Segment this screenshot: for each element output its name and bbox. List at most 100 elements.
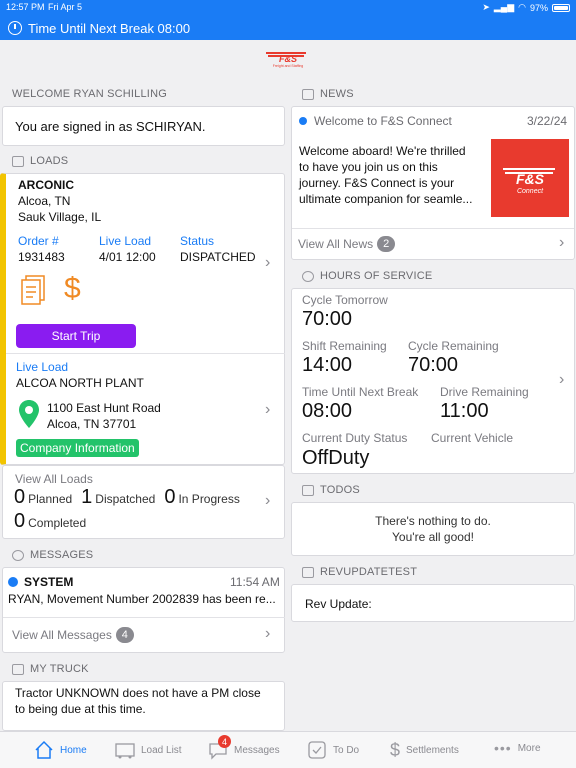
tab-load-list-label: Load List [141,744,182,756]
signed-in-text: You are signed in as SCHIRYAN. [15,119,206,134]
next-break-banner[interactable]: Time Until Next Break 08:00 [0,16,576,40]
revupdate-section-icon [302,566,314,578]
tab-more-label: More [517,742,541,754]
signal-icon: ▂▄▆ [493,2,515,12]
fs-logo-icon: F&S Freight and Staffing [266,52,306,68]
message-sender: SYSTEM [24,575,74,589]
load-customer: ARCONIC [18,178,74,192]
truck-text-line2: to being due at this time. [15,702,146,716]
completed-count: 0 [14,510,26,532]
status-bar: 12:57 PM Fri Apr 5 ➤ ▂▄▆ ◠ 97% [0,0,576,16]
news-chevron-icon[interactable]: › [559,234,564,252]
cycle-remaining-label: Cycle Remaining [408,339,499,353]
news-section-icon [302,88,314,100]
hos-chevron-icon[interactable]: › [559,371,564,389]
status-date: Fri Apr 5 [48,2,83,12]
loads-summary-chevron-icon[interactable]: › [265,492,270,510]
tab-more[interactable]: ••• More [494,740,541,756]
thumb-text: F&S [516,171,545,187]
tab-home-label: Home [60,744,87,756]
shift-remaining-label: Shift Remaining [302,339,387,353]
view-all-messages-link[interactable]: View All Messages 4 [12,627,134,643]
order-value: 1931483 [18,250,65,264]
tab-settlements-label: Settlements [406,745,459,756]
clock-section-icon [302,270,314,282]
checkbox-icon [308,741,326,759]
todo-section-icon [302,484,314,496]
messages-header-text: MESSAGES [30,549,94,561]
messages-count-badge: 4 [115,627,134,643]
documents-icon[interactable] [20,274,48,306]
messages-section-icon [12,549,24,561]
wifi-icon: ◠ [518,2,526,12]
tab-messages-label: Messages [234,744,280,756]
messages-divider [3,617,285,618]
stop-address-line2: Alcoa, TN 37701 [47,417,137,431]
in-progress-label: In Progress [178,492,240,506]
messages-chevron-icon[interactable]: › [265,625,270,643]
load-destination: Sauk Village, IL [18,210,102,224]
dispatched-count: 1 [81,486,93,508]
my-truck-header: MY TRUCK [12,663,89,675]
live-load-value: 4/01 12:00 [99,250,156,264]
tab-messages[interactable]: 4 Messages [208,735,280,760]
welcome-card: You are signed in as SCHIRYAN. [2,106,285,146]
truck-icon [115,743,135,759]
location-icon: ➤ [482,2,490,12]
news-date: 3/22/24 [527,114,568,128]
message-preview[interactable]: RYAN, Movement Number 2002839 has been r… [8,592,276,606]
revupdate-text: Rev Update: [305,597,372,611]
stop-chevron-icon[interactable]: › [265,401,270,419]
todos-empty-line1: There's nothing to do. [375,514,491,528]
more-icon: ••• [494,740,512,756]
dispatched-label: Dispatched [95,492,156,506]
load-chevron-icon[interactable]: › [265,254,270,272]
view-all-news-link[interactable]: View All News 2 [298,236,396,252]
tab-load-list[interactable]: Load List [115,740,182,760]
tab-settlements[interactable]: $ Settlements [390,740,459,761]
news-thumbnail[interactable]: F&S Connect [491,139,569,217]
tab-todo[interactable]: To Do [307,740,359,760]
news-body-line2: to have you join us on this [299,160,438,174]
planned-count: 0 [14,486,26,508]
todos-header: TODOS [302,484,360,496]
banner-text: Time Until Next Break 08:00 [28,20,191,36]
unread-dot [8,577,18,587]
stopwatch-icon [8,21,22,35]
messages-header: MESSAGES [12,549,93,561]
messages-tab-badge: 4 [218,735,231,748]
dollar-tab-icon: $ [390,740,401,760]
news-title[interactable]: Welcome to F&S Connect [314,114,452,128]
status-label: Status [180,234,215,248]
messages-icon-wrap: 4 [208,735,231,760]
duty-status-label: Current Duty Status [302,431,408,445]
company-information-button[interactable]: Company Information [16,439,139,457]
start-trip-button[interactable]: Start Trip [16,324,136,348]
welcome-header-text: WELCOME RYAN SCHILLING [12,88,167,100]
duty-status-value: OffDuty [302,447,370,469]
loads-section-icon [12,155,24,167]
news-body-line4: ultimate companion for seamle... [299,192,473,206]
hos-header-text: HOURS OF SERVICE [320,270,433,282]
view-all-loads-link[interactable]: View All Loads [15,472,93,486]
revupdate-header-text: REVUPDATETEST [320,566,418,578]
drive-remaining-label: Drive Remaining [440,385,529,399]
loads-header: LOADS [12,155,68,167]
cycle-tomorrow-value: 70:00 [302,308,353,330]
logo-text: F&S [279,54,297,64]
tab-home[interactable]: Home [34,740,87,760]
battery-icon [552,3,570,12]
status-time: 12:57 PM [6,2,45,12]
tab-bar: Home Load List 4 Messages To Do $ Settle… [0,731,576,768]
company-logo: F&S Freight and Staffing [262,50,314,68]
dollar-icon[interactable]: $ [64,272,81,306]
todos-header-text: TODOS [320,484,360,496]
home-icon [35,740,53,759]
my-truck-header-text: MY TRUCK [30,663,89,675]
planned-label: Planned [28,492,73,506]
todos-card [291,502,575,556]
thumb-subtext: Connect [517,188,544,195]
news-body-line1: Welcome aboard! We're thrilled [299,144,466,158]
welcome-header: WELCOME RYAN SCHILLING [12,88,167,100]
current-vehicle-label: Current Vehicle [431,431,514,445]
